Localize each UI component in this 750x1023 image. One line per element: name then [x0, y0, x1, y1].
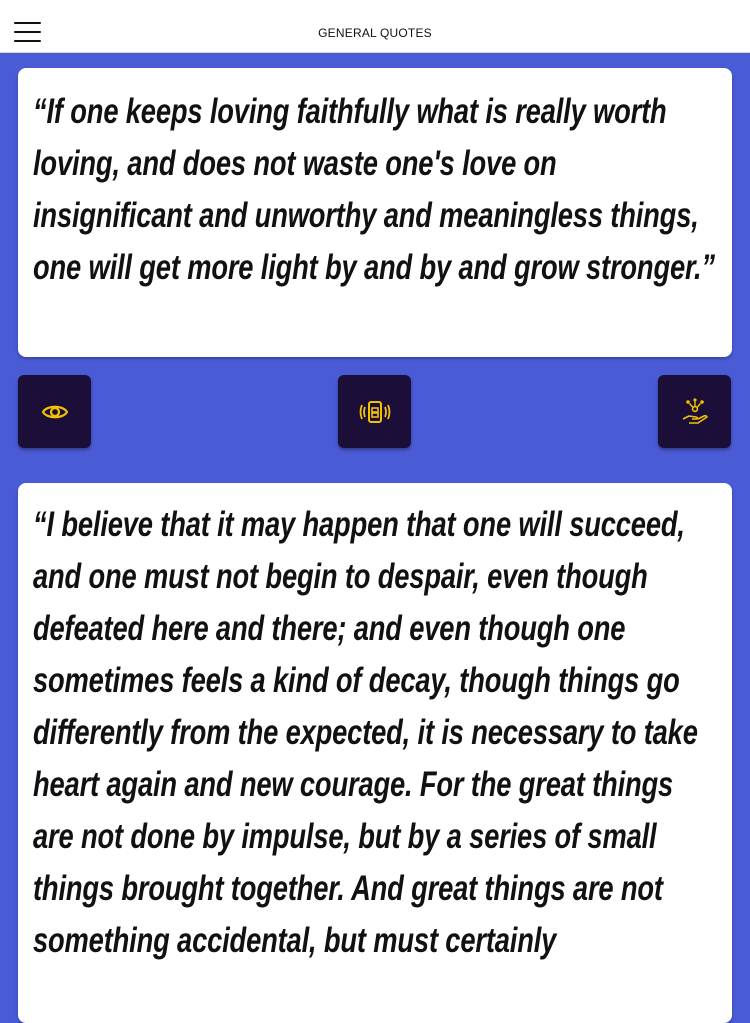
quote-card[interactable]: “If one keeps loving faithfully what is … [18, 68, 732, 357]
quote-text: “If one keeps loving faithfully what is … [33, 92, 715, 287]
page-title: GENERAL QUOTES [318, 26, 432, 40]
quote-card[interactable]: “I believe that it may happen that one w… [18, 483, 732, 1023]
hand-share-icon [682, 397, 708, 424]
share-button[interactable] [658, 375, 731, 448]
menu-line [14, 22, 41, 24]
view-button[interactable] [18, 375, 91, 448]
eye-icon [41, 405, 68, 418]
quote-text: “I believe that it may happen that one w… [33, 505, 698, 960]
vibrate-button[interactable] [338, 375, 411, 448]
phone-vibrate-icon [359, 400, 390, 423]
top-bar: GENERAL QUOTES [0, 0, 750, 53]
menu-line [14, 40, 41, 42]
